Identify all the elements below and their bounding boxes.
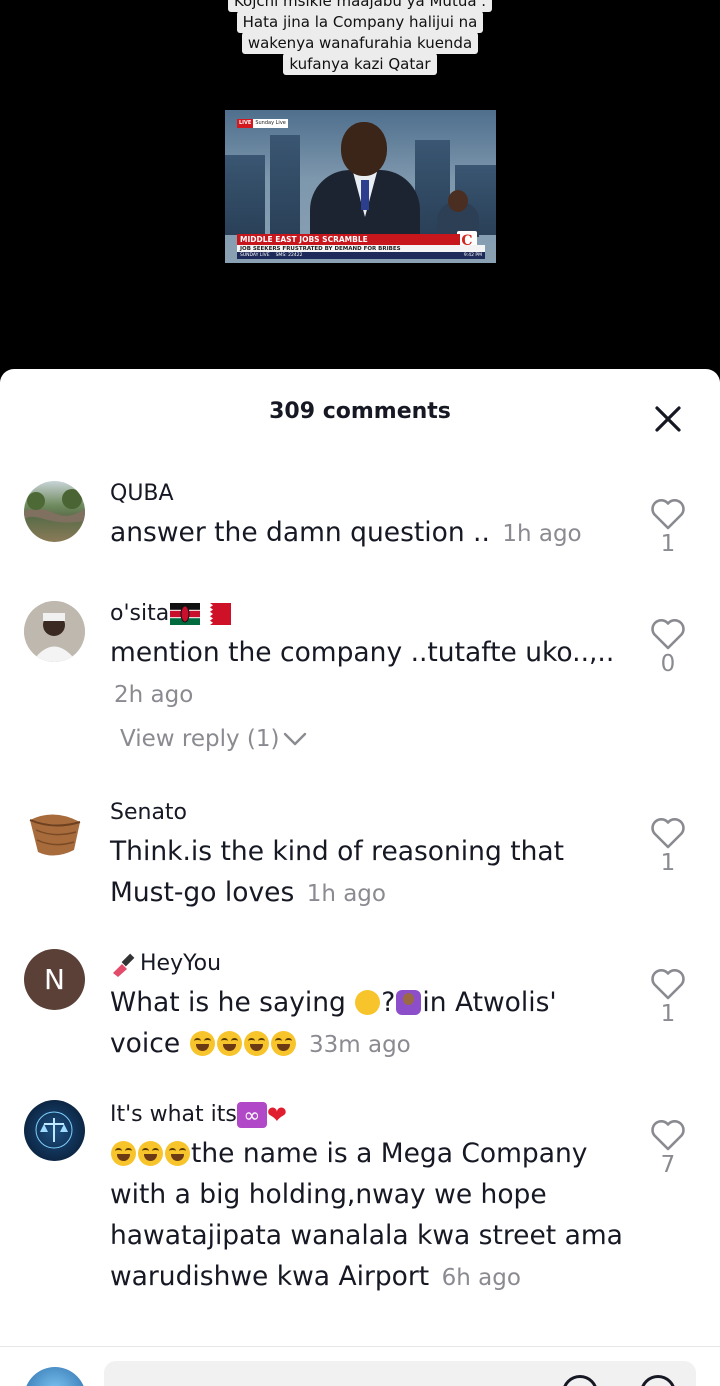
kenya-flag-icon [170,603,201,625]
woman-gesturing-no-icon [396,990,422,1015]
scales-of-justice-icon [35,1111,73,1149]
tears-of-joy-icon [216,1031,242,1056]
comment-time: 1h ago [502,521,582,547]
caption-line: kufanya kazi Qatar [283,53,437,75]
river-photo-icon [24,489,85,523]
heart-icon [651,818,685,849]
avatar-letter: N [44,963,65,996]
like-count: 1 [660,531,676,557]
avatar[interactable] [24,481,85,542]
avatar[interactable] [24,1100,85,1161]
my-avatar [24,1367,86,1386]
tears-of-joy-icon [270,1031,296,1056]
comment-time: 1h ago [306,881,386,907]
comment-time: 2h ago [114,682,194,708]
comment-text: What is he saying ? in Atwolis' voice 33m… [110,982,630,1066]
avatar[interactable] [24,800,85,861]
presenter-head [341,122,387,176]
tears-of-joy-icon [243,1031,269,1056]
skyline-building [225,155,265,235]
comment-text: answer the damn question .. 1h ago [110,512,630,555]
like-count: 1 [660,850,676,876]
bahrain-flag-icon [201,603,232,625]
comment-body: answer the damn question .. [110,517,490,548]
caption-line: Hata jina la Company halijui na [236,11,484,33]
comment-username[interactable]: It's what its ∞ ❤ [110,1100,630,1130]
comment-username[interactable]: HeyYou [110,949,630,979]
heart-icon [651,1120,685,1151]
comment-input[interactable] [104,1361,696,1386]
video-player[interactable]: Kojchi msikie maajabu ya Mutua . Hata ji… [0,0,720,385]
comment-text: the name is a Mega Company with a big ho… [110,1133,630,1299]
like-count: 0 [660,651,676,677]
ticker-sms: SMS: 22422 [275,253,303,258]
sign-interpreter-head [448,190,468,212]
nail-polish-icon [113,953,135,977]
tears-of-joy-icon [111,1141,136,1166]
tears-of-joy-icon [189,1031,215,1056]
heart-icon [651,969,685,1000]
news-subheadline: JOB SEEKERS FRUSTRATED BY DEMAND FOR BRI… [237,245,485,252]
username-text: o'sita [110,601,170,626]
heart-icon [651,619,685,650]
person-photo-icon [24,601,85,662]
heart-icon [651,499,685,530]
news-headline: MIDDLE EAST JOBS SCRAMBLE [237,234,460,245]
comment-text: mention the company ..tutafte uko..,.. 2… [110,632,630,716]
username-text: HeyYou [140,951,222,976]
comments-count-title: 309 comments [269,399,451,424]
presenter-tie [361,180,369,210]
view-reply-button[interactable]: View reply (1) [120,726,630,752]
live-badge: LIVE Sunday Live [237,119,288,128]
comment-time: 6h ago [441,1265,521,1291]
comment-text: Think.is the kind of reasoning that Must… [110,831,630,915]
chevron-down-icon [284,732,307,746]
comment-time: 33m ago [309,1032,411,1058]
like-button[interactable]: 7 [648,1118,688,1180]
like-button[interactable]: 1 [648,967,688,1029]
view-reply-label: View reply (1) [120,726,280,752]
comment-username[interactable]: Senato [110,798,630,828]
ticker-time: 9:42 PM [463,253,482,258]
like-button[interactable]: 1 [648,497,688,559]
lower-third: MIDDLE EAST JOBS SCRAMBLE JOB SEEKERS FR… [237,234,485,259]
comment-body: What is he saying [110,987,355,1018]
infinity-icon: ∞ [236,1102,267,1128]
like-count: 1 [660,1001,676,1027]
ticker-show: SUNDAY LIVE [240,253,270,258]
close-icon [655,406,681,432]
like-count: 7 [660,1152,676,1178]
video-caption: Kojchi msikie maajabu ya Mutua . Hata ji… [0,0,720,75]
tears-of-joy-icon [165,1141,190,1166]
avatar[interactable] [24,601,85,662]
comment-username[interactable]: QUBA [110,479,630,509]
comment-username[interactable]: o'sita [110,599,630,629]
show-label: Sunday Live [253,119,288,128]
red-heart-icon: ❤ [266,1101,287,1129]
comment-body: ? [381,987,396,1018]
like-button[interactable]: 1 [648,816,688,878]
close-button[interactable] [651,402,685,436]
caption-line: wakenya wanafurahia kuenda [241,32,479,54]
comment-body: mention the company ..tutafte uko..,.. [110,637,615,668]
avatar[interactable]: N [24,949,85,1010]
tears-of-joy-icon [138,1141,163,1166]
basket-icon [29,814,81,856]
live-label: LIVE [237,119,254,128]
news-ticker: SUNDAY LIVE SMS: 22422 9:42 PM [237,252,485,259]
comments-sheet: 309 comments QUBA answer the damn questi… [0,369,720,1386]
username-text: It's what its [110,1102,237,1127]
skyline-building [270,135,300,235]
comment-input-bar [0,1346,720,1386]
video-frame: LIVE Sunday Live C MIDDLE EAST JOBS SCRA… [225,110,496,263]
smirking-face-icon [355,990,381,1015]
like-button[interactable]: 0 [648,617,688,679]
